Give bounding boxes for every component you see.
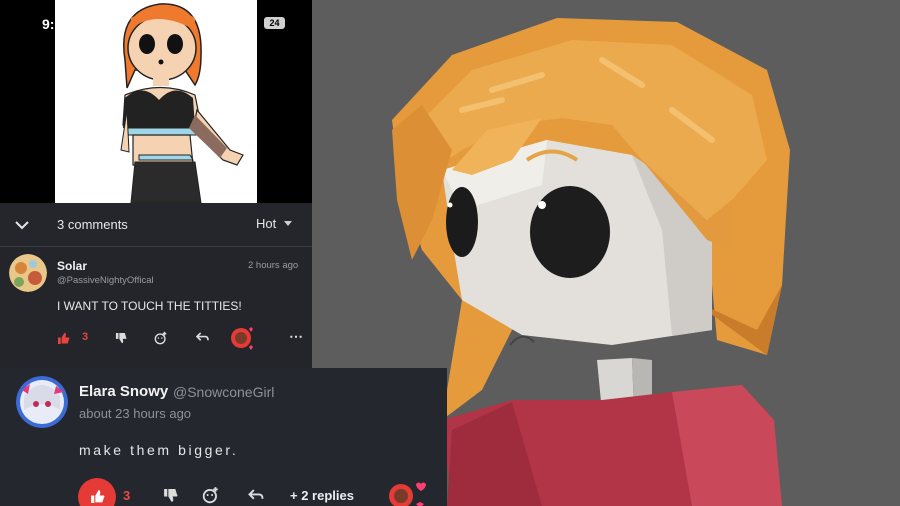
- replies-button[interactable]: + 2 replies: [290, 488, 354, 503]
- like-count: 3: [82, 331, 89, 343]
- comment-time: 2 hours ago: [248, 260, 299, 271]
- status-time: 9:: [42, 16, 55, 32]
- comment-item: Solar @PassiveNightyOffical 2 hours ago …: [0, 248, 312, 368]
- reply-icon[interactable]: [196, 332, 209, 343]
- like-button[interactable]: [78, 478, 116, 506]
- battery-icon: 24: [264, 17, 285, 29]
- comment-text: make them bigger.: [79, 442, 239, 458]
- comment-author[interactable]: Solar: [57, 259, 87, 273]
- thumbs-up-icon[interactable]: [57, 332, 70, 344]
- thumbs-down-icon[interactable]: [115, 333, 127, 344]
- avatar[interactable]: [16, 376, 68, 428]
- comment-text: I WANT TO TOUCH THE TITTIES!: [57, 299, 242, 313]
- cartoon-girl-drawing: [120, 3, 244, 203]
- comments-header: 3 comments Hot: [0, 203, 312, 247]
- add-reaction-icon[interactable]: [202, 486, 220, 504]
- video-frame: 9: 24: [0, 0, 312, 203]
- caret-down-icon: [284, 221, 293, 226]
- comments-count: 3 comments: [57, 217, 128, 232]
- creator-heart-icon: [388, 482, 428, 506]
- comment-author[interactable]: Elara Snowy: [79, 383, 168, 400]
- comment-time: about 23 hours ago: [79, 406, 192, 421]
- more-icon[interactable]: ⋯: [289, 328, 303, 345]
- screenshot-collage: 9: 24 3 comments Hot Solar @PassiveNight…: [0, 0, 900, 506]
- drawing-image: [55, 0, 257, 203]
- comment-handle[interactable]: @SnowconeGirl: [173, 384, 274, 400]
- comment-handle[interactable]: @PassiveNightyOffical: [57, 275, 154, 286]
- thumbs-up-icon: [91, 490, 105, 503]
- sort-dropdown[interactable]: Hot: [256, 216, 293, 231]
- like-count: 3: [123, 488, 131, 503]
- comment-actions: 3 ⋯: [0, 326, 312, 352]
- creator-heart-icon: [230, 326, 254, 350]
- reply-icon[interactable]: [248, 489, 264, 502]
- comment-item-large: Elara Snowy @SnowconeGirl about 23 hours…: [0, 368, 447, 506]
- thumbs-down-icon[interactable]: [163, 489, 178, 503]
- avatar[interactable]: [9, 254, 47, 292]
- sort-label: Hot: [256, 216, 277, 231]
- add-reaction-icon[interactable]: [154, 331, 168, 345]
- phone-screen: 9: 24 3 comments Hot Solar @PassiveNight…: [0, 0, 312, 368]
- chevron-down-icon[interactable]: [14, 217, 30, 233]
